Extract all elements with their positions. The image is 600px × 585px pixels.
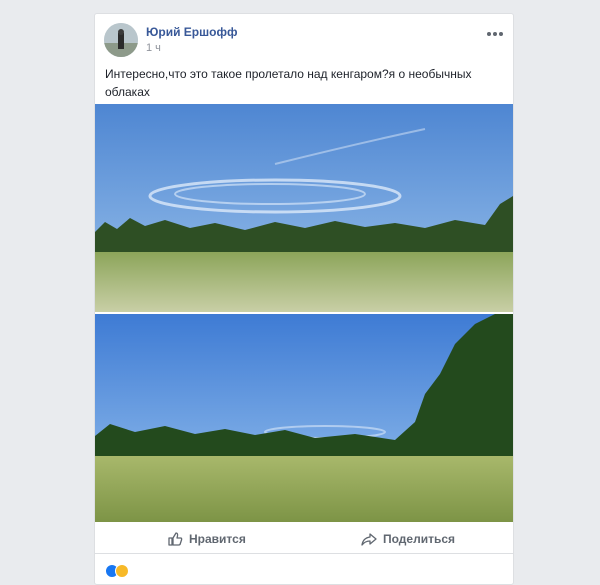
share-button[interactable]: Поделиться [361, 529, 455, 549]
haha-reaction-icon [115, 564, 129, 578]
share-arrow-icon [361, 533, 377, 546]
thumbs-up-icon [168, 532, 183, 546]
post-timestamp[interactable]: 1 ч [146, 42, 161, 54]
post-photo-2[interactable] [95, 314, 513, 522]
more-options-icon[interactable] [485, 29, 505, 39]
post-header: Юрий Ершофф 1 ч [104, 23, 505, 57]
like-button[interactable]: Нравится [167, 529, 246, 549]
share-label: Поделиться [383, 532, 456, 546]
author-avatar[interactable] [104, 23, 138, 57]
post-actions-bar: Нравится Поделиться [95, 523, 513, 554]
reactions-summary[interactable] [105, 563, 129, 579]
post-card: Юрий Ершофф 1 ч Интересно,что это такое … [94, 13, 514, 585]
post-text: Интересно,что это такое пролетало над ке… [105, 67, 472, 99]
like-label: Нравится [189, 532, 246, 546]
post-photo-1[interactable] [95, 104, 513, 312]
author-name-link[interactable]: Юрий Ершофф [146, 25, 237, 39]
